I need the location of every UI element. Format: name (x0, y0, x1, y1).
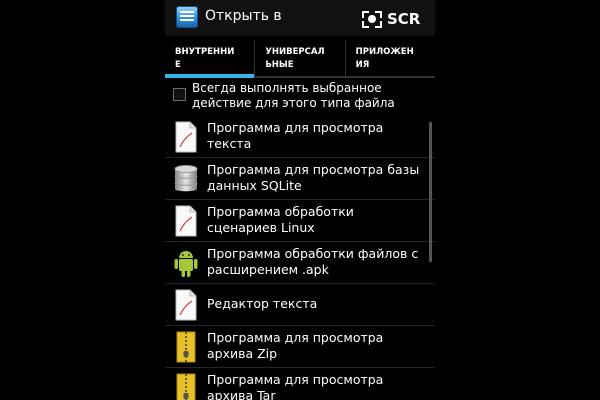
list-item[interactable]: Редактор текста (165, 284, 435, 326)
android-icon (173, 247, 199, 279)
always-use-row[interactable]: Всегда выполнять выбранное действие для … (165, 80, 435, 114)
always-use-label: Всегда выполнять выбранное действие для … (192, 81, 395, 110)
zip-archive-icon (173, 373, 199, 400)
scr-button[interactable]: SCR (362, 7, 424, 31)
dialog-title: Открыть в (205, 8, 282, 24)
action-bar: Открыть в SCR (165, 0, 435, 36)
file-manager-app-icon[interactable] (176, 6, 198, 28)
app-label: Программа для просмотра архива Zip (207, 330, 384, 361)
list-item[interactable]: Программа обработки файлов с расширением… (165, 242, 435, 284)
tab-internal[interactable]: ВНУТРЕННИ Е (165, 40, 255, 78)
database-icon (173, 163, 199, 195)
document-icon (173, 121, 199, 153)
scr-label: SCR (387, 10, 421, 28)
list-scrollbar[interactable] (429, 122, 432, 262)
document-icon (173, 205, 199, 237)
list-item[interactable]: Программа для просмотра архива Zip (165, 326, 435, 368)
app-list: Программа для просмотра текста Программа… (165, 116, 435, 400)
app-label: Программа обработки файлов с расширением… (207, 246, 419, 277)
tab-bar: ВНУТРЕННИ Е УНИВЕРСАЛ ЬНЫЕ ПРИЛОЖЕН ИЯ (165, 40, 435, 78)
always-use-checkbox[interactable] (173, 88, 186, 101)
list-item[interactable]: Программа обработки сценариев Linux (165, 200, 435, 242)
tab-apps[interactable]: ПРИЛОЖЕН ИЯ (344, 40, 435, 76)
list-item[interactable]: Программа для просмотра базы данных SQLi… (165, 158, 435, 200)
screenshot-icon (362, 10, 382, 28)
app-label: Программа для просмотра текста (207, 120, 384, 151)
app-label: Программа для просмотра базы данных SQLi… (207, 162, 420, 193)
android-screen: Открыть в SCR ВНУТРЕННИ Е УНИВЕРСАЛ ЬНЫЕ… (165, 0, 435, 400)
list-item[interactable]: Программа для просмотра текста (165, 116, 435, 158)
app-label: Программа обработки сценариев Linux (207, 204, 354, 235)
list-item[interactable]: Программа для просмотра архива Tar (165, 368, 435, 400)
app-label: Редактор текста (207, 296, 318, 311)
tab-universal[interactable]: УНИВЕРСАЛ ЬНЫЕ (254, 40, 344, 76)
document-icon (173, 289, 199, 321)
app-label: Программа для просмотра архива Tar (207, 372, 384, 400)
zip-archive-icon (173, 331, 199, 363)
